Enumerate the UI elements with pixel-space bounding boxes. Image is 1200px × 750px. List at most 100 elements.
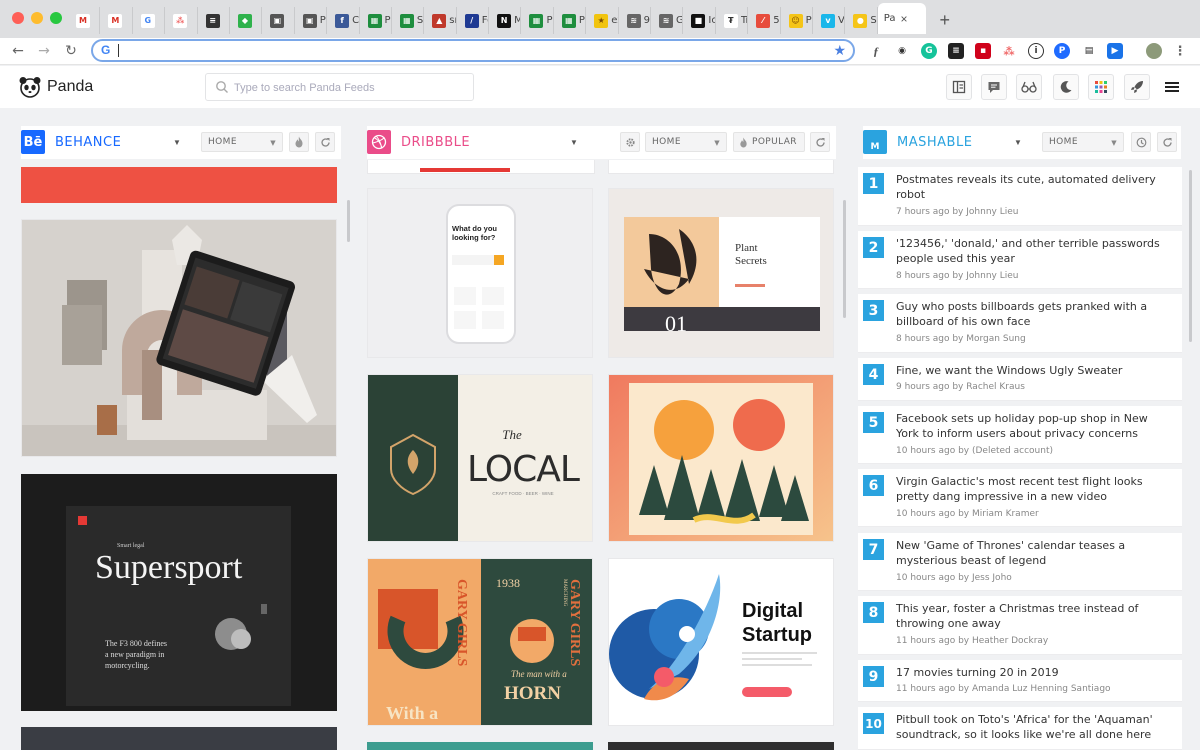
apps-button[interactable] (1088, 74, 1114, 100)
dribbble-card-startup[interactable]: Digital Startup (608, 558, 834, 726)
news-title-link[interactable]: Facebook sets up holiday pop-up shop in … (896, 411, 1166, 441)
browser-tab[interactable]: ⁂ (165, 7, 198, 34)
dribbble-refresh-button[interactable] (810, 132, 830, 152)
news-item[interactable]: 8 This year, foster a Christmas tree inst… (858, 596, 1182, 655)
pdf-icon[interactable]: ▪ (975, 43, 991, 59)
dribbble-card-local[interactable]: The LOCAL CRAFT FOOD · BEER · WINE (367, 374, 593, 542)
behance-card-2[interactable] (21, 219, 337, 457)
dark-mode-button[interactable] (1053, 74, 1079, 100)
chevron-down-icon[interactable]: ▼ (173, 138, 181, 147)
news-item[interactable]: 5 Facebook sets up holiday pop-up shop in… (858, 406, 1182, 464)
new-tab-button[interactable]: + (932, 7, 958, 34)
news-item[interactable]: 3 Guy who posts billboards gets pranked w… (858, 294, 1182, 353)
behance-card-3[interactable]: Smart legal Supersport The F3 800 define… (21, 474, 337, 711)
browser-tab[interactable]: ☺PS (781, 7, 813, 34)
behance-filter-select[interactable]: HOME ▼ (201, 132, 283, 152)
dribbble-card-top-b[interactable] (608, 160, 834, 174)
browser-tab[interactable]: ⁄53 (748, 7, 781, 34)
reload-button[interactable]: ↻ (62, 42, 80, 60)
dribbble-settings-button[interactable] (620, 132, 640, 152)
grammarly-icon[interactable]: G (921, 43, 937, 59)
browser-tab[interactable]: M (100, 7, 133, 34)
minimize-window-button[interactable] (31, 12, 43, 24)
browser-tab[interactable]: ▣ (262, 7, 295, 34)
dribbble-sort-select[interactable]: POPULAR (733, 132, 805, 152)
news-title-link[interactable]: Guy who posts billboards gets pranked wi… (896, 299, 1166, 329)
launch-button[interactable] (1124, 74, 1150, 100)
browser-tab[interactable]: ≋ 9 (619, 7, 652, 34)
browser-tab[interactable]: ≡ (198, 7, 230, 34)
news-title-link[interactable]: Virgin Galactic's most recent test fligh… (896, 474, 1166, 504)
asana-icon[interactable]: ⁂ (1001, 43, 1017, 59)
buffer-icon[interactable]: ≡ (948, 43, 964, 59)
browser-tab[interactable]: ▦PS (521, 7, 554, 34)
browser-tab[interactable]: NM (489, 7, 522, 34)
mashable-filter-select[interactable]: HOME ▼ (1042, 132, 1124, 152)
zoom-window-button[interactable] (50, 12, 62, 24)
browser-tab[interactable]: vVi (813, 7, 846, 34)
search-input[interactable] (234, 79, 464, 96)
feed-search[interactable] (205, 73, 474, 101)
behance-refresh-button[interactable] (315, 132, 335, 152)
browser-tab[interactable]: ▲sn (424, 7, 457, 34)
back-button[interactable]: ← (9, 42, 27, 60)
close-icon[interactable]: × (900, 12, 907, 26)
dribbble-card-next-b[interactable] (608, 742, 834, 750)
mashable-scrollbar[interactable] (1189, 170, 1192, 342)
behance-popular-button[interactable] (289, 132, 309, 152)
mashable-refresh-button[interactable] (1157, 132, 1177, 152)
profile-avatar[interactable] (1146, 43, 1162, 59)
video-icon[interactable]: ▶ (1107, 43, 1123, 59)
news-item[interactable]: 6 Virgin Galactic's most recent test flig… (858, 469, 1182, 527)
browser-tab[interactable]: ₮Tr (716, 7, 749, 34)
browser-tab[interactable]: ■Ic (683, 7, 716, 34)
dribbble-filter-select[interactable]: HOME ▼ (645, 132, 727, 152)
news-title-link[interactable]: Pitbull took on Toto's 'Africa' for the … (896, 712, 1166, 742)
chevron-down-icon[interactable]: ▼ (570, 138, 578, 147)
news-title-link[interactable]: Postmates reveals its cute, automated de… (896, 172, 1166, 202)
dribbble-card-next-a[interactable] (367, 742, 593, 750)
info-icon[interactable]: i (1028, 43, 1044, 59)
news-item[interactable]: 1 Postmates reveals its cute, automated d… (858, 167, 1182, 226)
glasses-icon[interactable]: ◉ (894, 43, 910, 59)
bookmark-star-icon[interactable]: ★ (833, 42, 846, 59)
menu-button[interactable] (1159, 74, 1185, 100)
browser-tab-active[interactable]: Pa × (877, 3, 926, 34)
news-item[interactable]: 7 New 'Game of Thrones' calendar teases a… (858, 533, 1182, 591)
behance-card-1[interactable] (21, 167, 337, 203)
chevron-down-icon[interactable]: ▼ (1014, 138, 1022, 147)
news-item[interactable]: 2 '123456,' 'donald,' and other terrible … (858, 231, 1182, 289)
news-title-link[interactable]: New 'Game of Thrones' calendar teases a … (896, 538, 1166, 568)
browser-tab[interactable]: ●Sh (845, 7, 878, 34)
news-item[interactable]: 9 17 movies turning 20 in 2019 11 hours ag… (858, 660, 1182, 702)
browser-menu-icon[interactable]: ⋮ (1172, 43, 1188, 59)
behance-scrollbar[interactable] (347, 200, 350, 242)
browser-tab[interactable]: ★ex (586, 7, 619, 34)
url-input[interactable] (121, 42, 821, 59)
news-title-link[interactable]: This year, foster a Christmas tree inste… (896, 601, 1166, 631)
browser-tab[interactable]: M (68, 7, 101, 34)
browser-tab[interactable]: G (133, 7, 166, 34)
formula-icon[interactable]: ƒ (868, 43, 884, 59)
docs-icon[interactable]: ▤ (1081, 43, 1097, 59)
dribbble-card-forest[interactable] (608, 374, 834, 542)
layout-button[interactable] (946, 74, 972, 100)
browser-tab[interactable]: /Fo (457, 7, 490, 34)
news-item[interactable]: 4 Fine, we want the Windows Ugly Sweater 9… (858, 358, 1182, 401)
news-title-link[interactable]: 17 movies turning 20 in 2019 (896, 665, 1166, 680)
dribbble-card-phone[interactable]: What do you looking for? (367, 188, 593, 358)
pocket-icon[interactable]: P (1054, 43, 1070, 59)
mashable-history-button[interactable] (1131, 132, 1151, 152)
browser-tab[interactable]: ▣Ph (295, 7, 328, 34)
dribbble-card-poster[interactable]: With a 1938 The man with a HORN GARY GIR… (367, 558, 593, 726)
reading-mode-button[interactable] (1016, 74, 1042, 100)
browser-tab[interactable]: ◆ (230, 7, 263, 34)
dribbble-card-top-a[interactable] (367, 160, 595, 174)
forward-button[interactable]: → (35, 42, 53, 60)
browser-tab[interactable]: ≋Ge (651, 7, 684, 34)
close-window-button[interactable] (12, 12, 24, 24)
news-title-link[interactable]: '123456,' 'donald,' and other terrible p… (896, 236, 1166, 266)
browser-tab[interactable]: ▦PS (554, 7, 587, 34)
behance-card-4[interactable] (21, 727, 337, 750)
news-item[interactable]: 10 Pitbull took on Toto's 'Africa' for th… (858, 707, 1182, 750)
